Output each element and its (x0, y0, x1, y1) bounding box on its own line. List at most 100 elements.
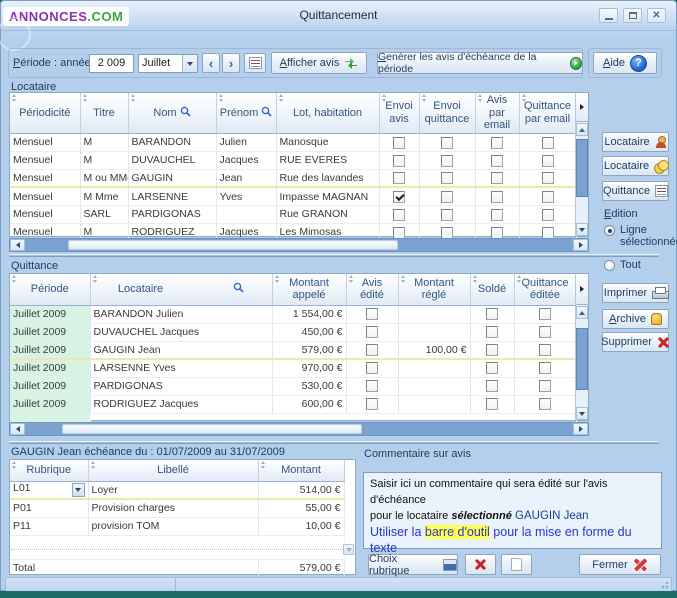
col-header-avis-edite[interactable]: Avis édité (346, 274, 399, 306)
checkbox-envoi-quittance[interactable] (441, 154, 453, 167)
scroll-down-button[interactable] (343, 544, 354, 555)
checkbox-quittance-email[interactable] (541, 226, 554, 239)
month-select[interactable]: Juillet (138, 54, 198, 73)
scrollbar-thumb[interactable] (576, 139, 588, 197)
checkbox-quittance-email[interactable] (541, 208, 554, 221)
scrollbar-thumb[interactable] (576, 328, 588, 390)
checkbox-avis-edite[interactable] (366, 343, 378, 356)
col-header-nom[interactable]: Nom (128, 93, 217, 134)
table-row[interactable]: Mensuel SARL PARDIGONAS Rue GRANON (10, 205, 577, 224)
checkbox-avis-email[interactable] (491, 190, 503, 203)
col-header-montant-appele[interactable]: Montant appelé (272, 274, 347, 306)
checkbox-envoi-avis[interactable] (393, 190, 405, 203)
col-header-avis-email[interactable]: Avis par email (475, 93, 520, 134)
checkbox-envoi-avis[interactable] (393, 172, 405, 185)
checkbox-envoi-quittance[interactable] (441, 226, 453, 239)
col-header-periode[interactable]: Période (10, 274, 91, 306)
col-header-solde[interactable]: Soldé (470, 274, 515, 306)
generer-avis-button[interactable]: Genérer les avis d'échéance de la périod… (377, 51, 583, 75)
more-columns-button[interactable] (576, 93, 588, 122)
scroll-right-button[interactable] (573, 239, 588, 251)
checkbox-quittance-email[interactable] (541, 172, 554, 185)
checkbox-avis-edite[interactable] (366, 308, 378, 321)
scroll-right-button[interactable] (573, 423, 588, 435)
checkbox-envoi-quittance[interactable] (441, 190, 453, 203)
checkbox-solde[interactable] (486, 326, 498, 339)
col-header-montant-regle[interactable]: Montant réglé (398, 274, 471, 306)
scroll-left-button[interactable] (10, 423, 25, 435)
checkbox-envoi-quittance[interactable] (441, 208, 453, 221)
col-header-montant[interactable]: Montant (258, 460, 345, 482)
checkbox-avis-edite[interactable] (366, 398, 378, 411)
col-header-titre[interactable]: Titre (80, 93, 129, 134)
afficher-avis-button[interactable]: Afficher avis (271, 52, 367, 74)
table-row-selected[interactable]: L01 Loyer 514,00 € (10, 480, 345, 500)
checkbox-envoi-avis[interactable] (393, 208, 405, 221)
scroll-up-button[interactable] (576, 123, 588, 136)
checkbox-quittance-email[interactable] (541, 154, 554, 167)
scroll-left-button[interactable] (10, 239, 25, 251)
vertical-scrollbar[interactable] (575, 274, 588, 420)
checkbox-avis-email[interactable] (491, 136, 503, 149)
new-document-button[interactable] (501, 554, 532, 575)
imprimer-button[interactable]: Imprimer (602, 283, 670, 303)
aide-button[interactable]: Aide ? (593, 52, 657, 74)
col-header-quittance-editee[interactable]: Quittance éditée (514, 274, 577, 306)
minimize-button[interactable] (599, 8, 618, 23)
year-input[interactable]: 2 009 (89, 54, 134, 73)
table-row[interactable]: Juillet 2009 RODRIGUEZ Jacques 600,00 € (10, 395, 577, 414)
table-row-selected[interactable]: MensuelM ou MMeGAUGINJeanRue des lavande… (10, 168, 577, 189)
table-row[interactable]: Juillet 2009 DUVAUCHEL Jacques 450,00 € (10, 323, 577, 342)
checkbox-quittance-editee[interactable] (539, 398, 551, 411)
radio-ligne-selectionnee[interactable]: Ligne sélectionnée (604, 224, 677, 248)
table-row[interactable]: Mensuel M Mme LARSENNE Yves Impasse MAGNAN (10, 187, 577, 206)
checkbox-solde[interactable] (486, 343, 498, 356)
col-header-locataire[interactable]: Locataire (90, 274, 273, 306)
archive-button[interactable]: Archive (602, 309, 669, 329)
checkbox-solde[interactable] (486, 398, 498, 411)
col-header-prenom[interactable]: Prénom (216, 93, 277, 134)
vertical-scrollbar[interactable] (575, 93, 588, 236)
horizontal-scrollbar[interactable] (9, 422, 589, 436)
checkbox-quittance-editee[interactable] (539, 362, 551, 375)
locataire-compte-button[interactable]: Locataire (602, 156, 670, 176)
checkbox-quittance-email[interactable] (541, 190, 554, 203)
month-dropdown-arrow[interactable] (182, 55, 197, 72)
table-row-selected[interactable]: Juillet 2009 GAUGIN Jean 579,00 € 100,00 € (10, 340, 577, 360)
col-header-lot[interactable]: Lot, habitation (276, 93, 380, 134)
supprimer-button[interactable]: Supprimer (601, 332, 669, 352)
col-header-libelle[interactable]: Libellé (88, 460, 259, 482)
checkbox-avis-email[interactable] (491, 154, 503, 167)
checkbox-quittance-editee[interactable] (539, 343, 551, 356)
radio-icon[interactable] (604, 260, 615, 271)
quittance-button[interactable]: Quittance (602, 181, 669, 201)
maximize-button[interactable] (623, 8, 642, 23)
search-icon[interactable] (233, 282, 244, 293)
checkbox-avis-edite[interactable] (366, 380, 378, 393)
rubrique-dropdown-button[interactable] (71, 483, 85, 497)
scrollbar-thumb[interactable] (62, 424, 362, 434)
previous-period-button[interactable]: ‹ (202, 53, 220, 73)
fermer-button[interactable]: Fermer (579, 554, 661, 575)
checkbox-solde[interactable] (486, 362, 498, 375)
checkbox-solde[interactable] (486, 380, 498, 393)
table-row[interactable]: P11 provision TOM 10,00 € (10, 517, 345, 536)
col-header-envoi-quittance[interactable]: Envoi quittance (419, 93, 476, 134)
checkbox-avis-email[interactable] (491, 208, 503, 221)
checkbox-envoi-avis[interactable] (393, 154, 405, 167)
checkbox-avis-edite[interactable] (366, 326, 378, 339)
search-icon[interactable] (180, 106, 191, 117)
close-button[interactable]: ✕ (647, 8, 666, 23)
checkbox-envoi-quittance[interactable] (441, 136, 453, 149)
checkbox-envoi-avis[interactable] (393, 136, 405, 149)
table-row[interactable]: Juillet 2009 PARDIGONAS 530,00 € (10, 377, 577, 396)
calendar-button[interactable] (244, 53, 266, 73)
scrollbar-thumb[interactable] (68, 240, 398, 250)
table-row[interactable]: Mensuel M DUVAUCHEL Jacques RUE EVERES (10, 151, 577, 170)
table-row[interactable]: Juillet 2009 LARSENNE Yves 970,00 € (10, 359, 577, 378)
col-header-periodicite[interactable]: Périodicité (10, 93, 81, 134)
checkbox-avis-email[interactable] (491, 226, 503, 239)
radio-icon[interactable] (604, 225, 615, 236)
delete-comment-button[interactable] (465, 554, 496, 575)
col-header-rubrique[interactable]: Rubrique (10, 460, 89, 482)
